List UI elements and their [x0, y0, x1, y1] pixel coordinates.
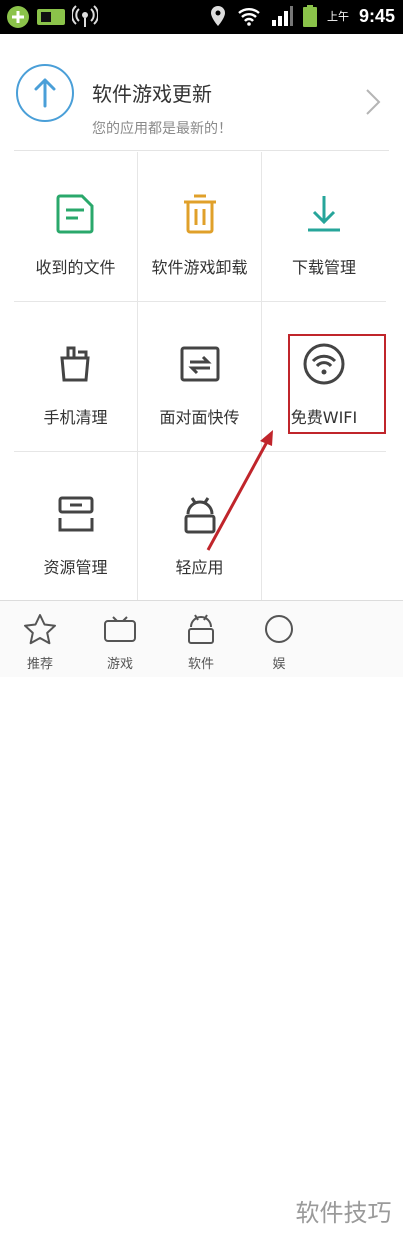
- location-icon: [210, 6, 225, 26]
- download-manager-label: 下载管理: [291, 258, 356, 277]
- highlight-box: [288, 334, 386, 434]
- uninstall-item[interactable]: 软件游戏卸载: [138, 152, 262, 302]
- am-pm: 上午: [326, 10, 349, 23]
- tab-games[interactable]: 游戏: [87, 601, 153, 677]
- face-transfer-item[interactable]: 面对面快传: [138, 302, 262, 452]
- battery-icon: [302, 5, 317, 27]
- tab-recommend-label: 推荐: [26, 657, 53, 672]
- android-icon: [188, 614, 214, 644]
- bottom-tab-bar: 推荐 游戏 软件 娱 软件技巧: [0, 600, 403, 1237]
- resource-manager-item[interactable]: 资源管理: [14, 452, 138, 602]
- watermark: 软件技巧: [284, 1189, 403, 1237]
- file-icon: [56, 194, 93, 234]
- star-icon: [24, 614, 56, 645]
- status-bar: 3G 上午 9:45: [0, 0, 403, 34]
- phone-clean-item[interactable]: 手机清理: [14, 302, 138, 452]
- android-icon: [184, 497, 215, 534]
- tab-software-label: 软件: [187, 657, 214, 672]
- tools-page: 软件游戏更新 您的应用都是最新的！ 收到的文件 软件游戏卸载 下载管理 手机清理…: [0, 34, 403, 1237]
- light-app-label: 轻应用: [175, 558, 224, 577]
- gamepad-icon: [104, 616, 136, 642]
- tab-entertainment[interactable]: 娱: [246, 601, 312, 677]
- tab-games-label: 游戏: [106, 657, 133, 672]
- update-subtitle: 您的应用都是最新的！: [92, 121, 232, 137]
- trash-icon: [183, 194, 216, 234]
- received-files-item[interactable]: 收到的文件: [14, 152, 138, 302]
- face-transfer-label: 面对面快传: [159, 408, 240, 427]
- download-manager-item[interactable]: 下载管理: [262, 152, 386, 302]
- upload-arrow-icon: [16, 64, 74, 122]
- tab-recommend[interactable]: 推荐: [7, 601, 73, 677]
- clock: 9:45: [358, 5, 395, 26]
- clean-icon: [59, 346, 90, 382]
- update-card[interactable]: 软件游戏更新 您的应用都是最新的！: [14, 48, 389, 151]
- sim-signal-icon: [37, 9, 65, 25]
- music-icon: [265, 615, 293, 643]
- phone-clean-label: 手机清理: [43, 408, 108, 427]
- transfer-icon: [180, 346, 219, 382]
- tab-software[interactable]: 软件: [168, 601, 234, 677]
- update-title: 软件游戏更新: [92, 82, 212, 106]
- chevron-right-icon: [366, 89, 381, 115]
- wifi-status-icon: [238, 8, 260, 26]
- light-app-item[interactable]: 轻应用: [138, 452, 262, 602]
- cell-signal-icon: [271, 6, 293, 26]
- received-files-label: 收到的文件: [35, 258, 116, 277]
- resource-manager-label: 资源管理: [43, 558, 108, 577]
- add-icon: [7, 6, 29, 28]
- usb-antenna-icon: [72, 5, 98, 27]
- download-icon: [308, 196, 340, 232]
- uninstall-label: 软件游戏卸载: [151, 258, 248, 277]
- folder-icon: [58, 496, 93, 532]
- tab-entertainment-label: 娱: [272, 657, 286, 672]
